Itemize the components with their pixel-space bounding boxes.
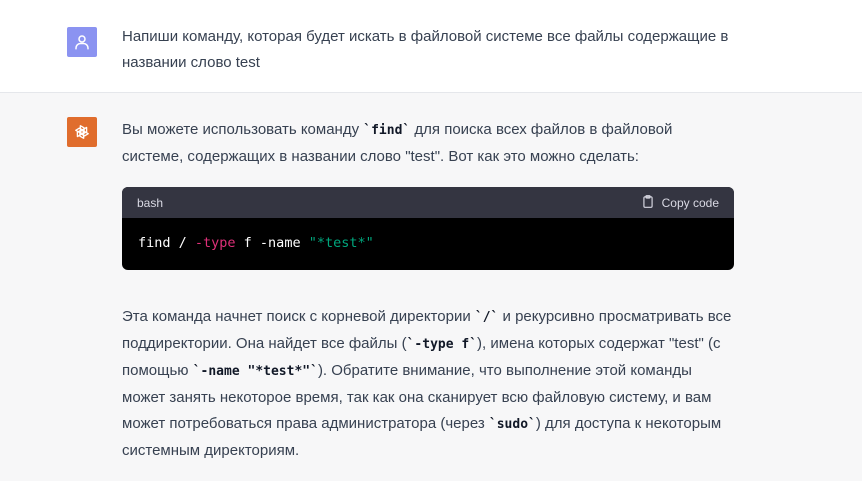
code-token: f -name bbox=[235, 235, 309, 251]
code-token: find / bbox=[138, 235, 195, 251]
user-message-row: Напиши команду, которая будет искать в ф… bbox=[0, 0, 862, 93]
inline-code-root: `/` bbox=[474, 310, 499, 325]
clipboard-icon bbox=[641, 194, 655, 212]
user-avatar bbox=[67, 27, 97, 57]
code-token-flag: -type bbox=[194, 235, 236, 251]
assistant-avatar bbox=[67, 117, 97, 147]
code-token-string: "*test*" bbox=[308, 235, 374, 251]
user-icon bbox=[73, 33, 91, 51]
user-message-text: Напиши команду, которая будет искать в ф… bbox=[122, 28, 729, 71]
assistant-explanation-text: Эта команда начнет поиск с корневой дире… bbox=[122, 308, 732, 459]
inline-code-find: `find` bbox=[363, 123, 411, 138]
openai-logo-icon bbox=[72, 122, 92, 142]
inline-code-type: `-type f` bbox=[406, 337, 478, 352]
code-block: bash Copy code find / -type f -name "*te… bbox=[122, 187, 734, 270]
code-content[interactable]: find / -type f -name "*test*" bbox=[122, 218, 734, 268]
copy-code-button[interactable]: Copy code bbox=[641, 194, 719, 212]
code-language-label: bash bbox=[137, 195, 164, 210]
inline-code-name: `-name "*test*"` bbox=[192, 364, 318, 379]
assistant-intro-text: Вы можете использовать команду `find` дл… bbox=[122, 121, 673, 165]
copy-code-label: Copy code bbox=[661, 195, 719, 210]
code-block-header: bash Copy code bbox=[122, 187, 734, 218]
inline-code-sudo: `sudo` bbox=[488, 417, 536, 432]
